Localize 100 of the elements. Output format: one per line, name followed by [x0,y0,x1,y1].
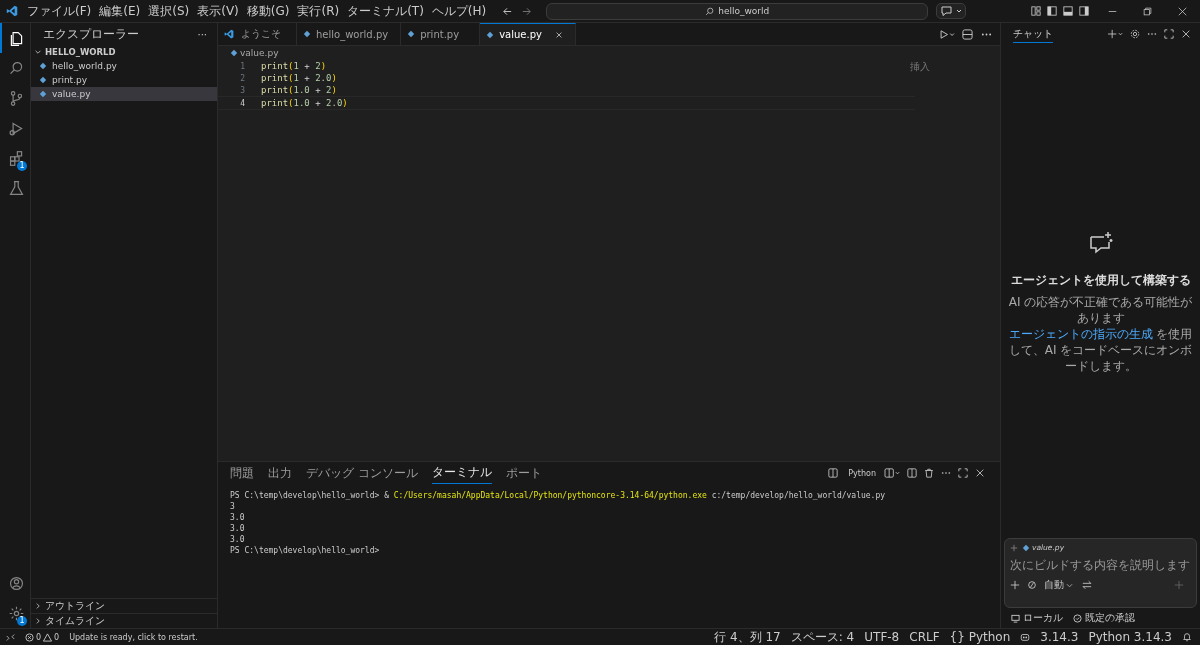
vscode-logo-icon [6,5,18,17]
menu-item[interactable]: ファイル(F) [27,2,92,20]
panel-tab[interactable]: ターミナル [431,462,492,484]
chat-heading: エージェントを使用して構築する [1010,272,1191,289]
chat-sparkle-icon [1087,230,1114,256]
search-field[interactable]: hello_world [546,2,929,20]
breadcrumb[interactable]: value.py [218,46,1000,60]
adjust-icon[interactable] [1082,580,1092,590]
python-file-icon [303,30,311,38]
python-file-icon [1022,543,1030,552]
terminal-line: 3.0 [230,524,246,535]
close-icon[interactable] [1178,6,1187,16]
search-icon[interactable] [7,59,25,77]
split-terminal-icon[interactable] [884,468,901,478]
code-line: print(1.0 + 2) [261,85,337,95]
status-item[interactable]: UTF-8 [864,630,900,644]
split-editor-icon[interactable] [962,28,973,40]
maximize-icon[interactable] [1164,29,1174,39]
chat-button[interactable] [936,3,967,19]
menu-item[interactable]: ターミナル(T) [347,2,424,20]
status-item[interactable]: CRLF [909,630,940,644]
sidebar-toggle-icon[interactable] [1047,6,1057,16]
editor-tab[interactable]: ようこそ [218,23,297,45]
tools-icon[interactable] [1027,580,1037,590]
settings-icon[interactable] [7,604,25,622]
editor-tab[interactable]: hello_world.py [297,23,402,45]
menu-item[interactable]: 表示(V) [197,2,239,20]
menu-item[interactable]: 移動(G) [246,2,290,20]
file-item[interactable]: hello_world.py [31,59,217,73]
status-item[interactable]: スペース: 4 [790,628,855,645]
instructions-link[interactable]: エージェントの指示の生成 [1008,327,1153,341]
menu-item[interactable]: ヘルプ(H) [431,2,487,20]
close-icon[interactable] [1181,29,1191,39]
notification-badge: 1 [17,616,27,626]
error-icon [25,632,34,642]
status-item[interactable]: 行 4、列 17 [714,628,781,645]
panel-tab[interactable]: ポート [505,462,542,484]
flask-icon[interactable] [7,179,25,197]
bell-icon[interactable] [1182,632,1192,642]
terminal-line: PS C:\temp\develop\hello_world> & C:/Users/masah/AppData/Local/Python/pythoncore-3.14-64/python.exe c:/temp/develop/hello_world/value.py [230,491,887,502]
file-item[interactable]: print.py [31,73,217,87]
close-icon[interactable] [554,30,563,39]
caret-icon [1066,581,1073,589]
restore-icon[interactable] [1143,6,1152,16]
line-number: 4 [239,98,245,108]
remote-icon[interactable] [6,632,15,642]
vscode-logo-icon [224,29,234,39]
more-actions[interactable]: ··· [197,28,207,40]
add-icon[interactable] [1010,580,1020,590]
run-icon[interactable] [939,28,956,40]
robot-icon[interactable] [1020,632,1031,642]
target-selector[interactable]: ローカル [1011,611,1063,625]
search-icon [705,6,715,16]
language-mode[interactable]: {} Python [949,630,1011,644]
close-icon[interactable] [975,468,985,478]
folder-header[interactable]: HELLO_WORLD [31,45,217,59]
panel-tab[interactable]: 出力 [268,462,292,484]
terminal-line: 3.0 [230,535,246,546]
editor-tab[interactable]: value.py [480,23,576,45]
terminal-line: 3.0 [230,513,246,524]
trash-icon[interactable] [924,468,934,478]
terminal-icon [828,468,839,478]
add-context-icon[interactable] [1010,543,1018,552]
approval-selector[interactable]: 既定の承認 [1073,611,1135,625]
account-icon[interactable] [7,574,25,592]
interpreter-status[interactable]: Python 3.14.3 [1088,630,1172,644]
python-file-icon [407,30,416,38]
menu-item[interactable]: 編集(E) [99,2,141,20]
update-message[interactable]: Update is ready, click to restart. [69,632,198,642]
new-chat-icon[interactable] [1107,29,1124,39]
secondary-sidebar-icon[interactable] [1079,6,1089,16]
layout-icon[interactable] [1031,6,1041,16]
mode-selector[interactable]: 自動 [1044,578,1073,592]
panel-tab[interactable]: デバッグ コンソール [306,462,418,484]
extensions-icon[interactable] [7,149,25,167]
line-number: 1 [239,61,245,71]
run-debug-icon[interactable] [7,119,25,137]
settings-icon[interactable] [1130,29,1140,39]
maximize-icon[interactable] [958,468,968,478]
collapsed-section[interactable]: アウトライン [31,598,217,613]
menu-item[interactable]: 選択(S) [148,2,190,20]
terminal-line: PS C:\temp\develop\hello_world> [230,546,381,557]
chat-tab[interactable]: チャット [1013,25,1053,43]
back-arrow-icon[interactable] [502,5,514,17]
problems-status[interactable]: 0 0 [25,632,60,642]
status-item[interactable]: 3.14.3 [1040,630,1079,644]
menu-item[interactable]: 実行(R) [297,2,340,20]
panel-tab[interactable]: 問題 [230,462,254,484]
check-circle-icon [1073,613,1082,623]
file-item[interactable]: value.py [31,87,217,101]
split-icon[interactable] [907,468,917,478]
panel-toggle-icon[interactable] [1063,6,1073,16]
monitor-icon [1011,613,1020,623]
line-number: 3 [239,85,245,95]
python-file-icon [486,30,495,39]
code-line: print(1 + 2) [261,61,327,71]
chat-description: AI の応答が不正確である可能性があります [1007,294,1194,326]
python-file-icon [230,49,238,57]
forward-arrow-icon[interactable] [521,5,533,17]
terminal-selector[interactable]: Python [828,468,876,478]
